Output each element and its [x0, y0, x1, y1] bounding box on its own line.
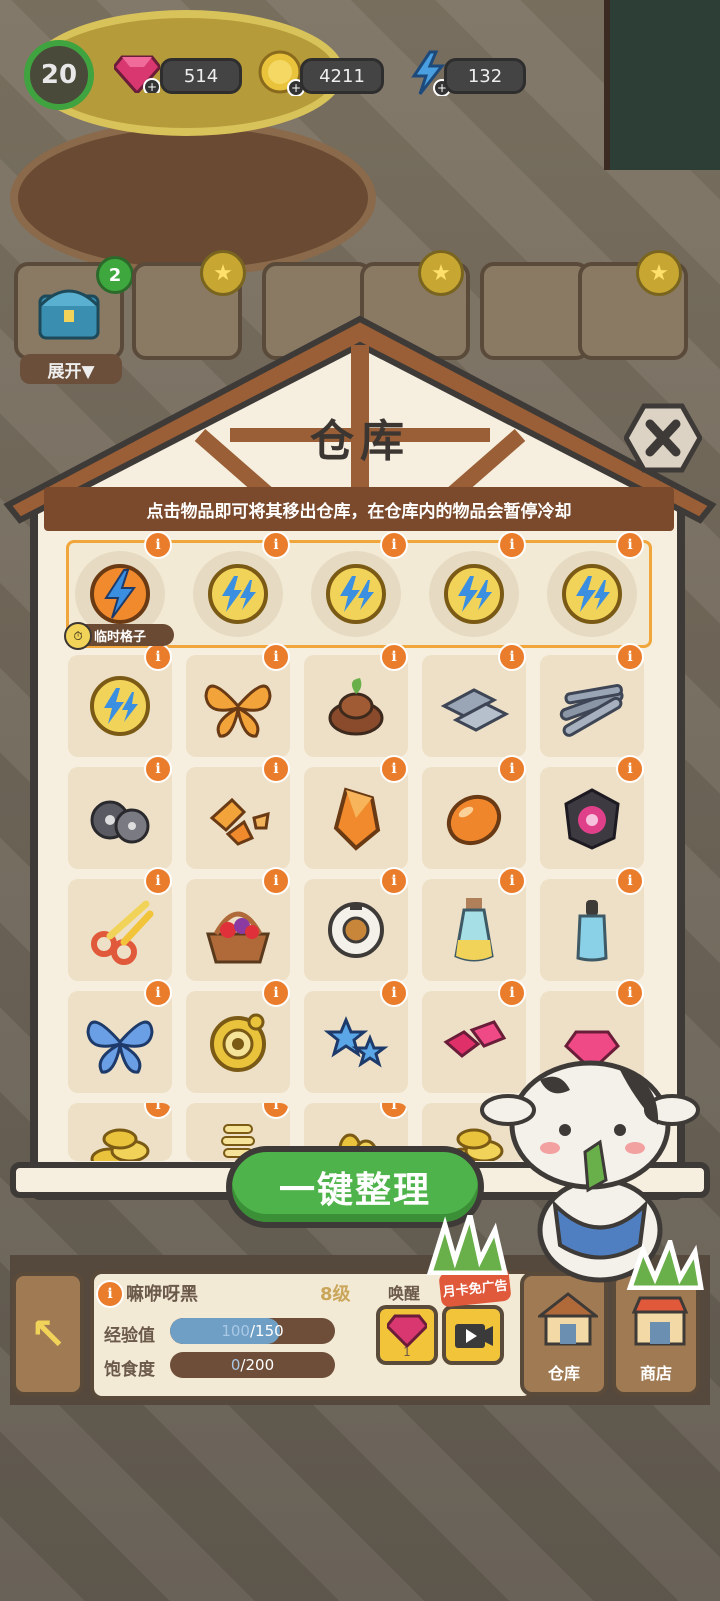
warehouse-item-slot[interactable]: i [540, 643, 644, 757]
nav-shop-button[interactable]: 商店 [612, 1272, 700, 1396]
temporary-item-slot[interactable]: i [186, 531, 290, 645]
tray-count-badge: 2 [96, 256, 134, 294]
item-info-icon[interactable]: i [616, 867, 644, 895]
temporary-item-slot[interactable]: i [304, 531, 408, 645]
star-icon: ★ [418, 250, 464, 296]
shop-icon [631, 1296, 689, 1346]
temporary-item-slot[interactable]: i [422, 531, 526, 645]
warehouse-item-slot[interactable]: i [68, 1103, 172, 1161]
close-icon [623, 403, 703, 473]
wake-with-gem-button[interactable]: 1 [376, 1305, 438, 1365]
item-info-icon[interactable]: i [616, 643, 644, 671]
item-info-icon[interactable]: i [380, 643, 408, 671]
nav-warehouse-button[interactable]: 仓库 [520, 1272, 608, 1396]
round-table [10, 120, 376, 276]
warehouse-item-slot[interactable]: i [422, 867, 526, 981]
gem-icon: 1 [387, 1314, 427, 1358]
item-info-icon[interactable]: i [498, 643, 526, 671]
warehouse-item-slot[interactable]: i [186, 643, 290, 757]
item-info-icon[interactable]: i [380, 755, 408, 783]
hunger-max: /200 [240, 1356, 275, 1374]
item-info-icon[interactable]: i [144, 531, 172, 559]
player-level-badge[interactable]: 20 [24, 40, 94, 110]
item-info-icon[interactable]: i [616, 531, 644, 559]
svg-text:1: 1 [403, 1345, 411, 1358]
warehouse-item-slot[interactable]: i [186, 867, 290, 981]
pet-level: 8级 [320, 1284, 351, 1305]
close-button[interactable] [623, 402, 703, 474]
energy-count: 132 [444, 58, 526, 94]
item-info-icon[interactable]: i [616, 755, 644, 783]
hunger-label: 饱食度 [104, 1360, 155, 1380]
item-info-icon[interactable]: i [498, 979, 526, 1007]
video-ad-icon [455, 1324, 493, 1348]
item-info-icon[interactable]: i [380, 531, 408, 559]
wake-with-ad-button[interactable] [442, 1305, 504, 1365]
item-info-icon[interactable]: i [498, 755, 526, 783]
wake-label: 唤醒 [388, 1284, 421, 1303]
warehouse-item-slot[interactable]: i [304, 979, 408, 1093]
warehouse-item-slot[interactable]: i [304, 755, 408, 869]
exp-label: 经验值 [104, 1326, 155, 1346]
item-info-icon[interactable]: i [262, 755, 290, 783]
item-info-icon[interactable]: i [262, 643, 290, 671]
back-arrow-icon: ↖ [29, 1308, 67, 1360]
warehouse-item-slot[interactable]: i [68, 867, 172, 981]
star-icon: ★ [200, 250, 246, 296]
coin-count: 4211 [300, 58, 384, 94]
back-button[interactable]: ↖ [12, 1272, 84, 1396]
pet-name: 嘛咿呀黑 [126, 1284, 198, 1305]
warehouse-item-slot[interactable]: i [540, 755, 644, 869]
temporary-item-slot[interactable]: i [540, 531, 644, 645]
item-info-icon[interactable]: i [616, 979, 644, 1007]
hunger-bar: 0/200 [170, 1352, 335, 1378]
exp-bar: 100/150 [170, 1318, 335, 1344]
gem-icon[interactable]: + [112, 48, 162, 98]
nav-shop-label: 商店 [639, 1364, 672, 1383]
item-info-icon[interactable]: i [262, 867, 290, 895]
warehouse-icon [538, 1292, 598, 1346]
item-info-icon[interactable]: i [262, 979, 290, 1007]
star-icon: ★ [636, 250, 682, 296]
item-info-icon[interactable]: i [144, 867, 172, 895]
warehouse-item-slot[interactable]: i [68, 755, 172, 869]
coin-icon[interactable]: + [256, 48, 306, 98]
warehouse-item-slot[interactable]: i [304, 643, 408, 757]
warehouse-item-slot[interactable]: i [422, 643, 526, 757]
item-info-icon[interactable]: i [498, 531, 526, 559]
svg-text:+: + [147, 80, 157, 93]
item-info-icon[interactable]: i [144, 643, 172, 671]
warehouse-item-slot[interactable]: i [186, 979, 290, 1093]
item-info-icon[interactable]: i [262, 531, 290, 559]
top-hud: 20 + 514 + 4211 + 132 [0, 40, 720, 120]
warehouse-item-slot[interactable]: i [186, 755, 290, 869]
warehouse-item-slot[interactable]: i [422, 755, 526, 869]
warehouse-item-slot[interactable]: i [68, 643, 172, 757]
dialog-subtitle: 点击物品即可将其移出仓库，在仓库内的物品会暂停冷却 [44, 487, 674, 531]
hunger-current: 0 [230, 1356, 241, 1374]
warehouse-item-slot[interactable]: i [540, 867, 644, 981]
item-info-icon[interactable]: i [144, 755, 172, 783]
exp-current: 100 [221, 1322, 250, 1340]
item-info-icon[interactable]: i [380, 867, 408, 895]
grass-decoration [626, 1240, 704, 1290]
clock-icon: ⏱ [64, 622, 92, 650]
item-info-icon[interactable]: i [144, 979, 172, 1007]
item-info-icon[interactable]: i [498, 867, 526, 895]
grass-decoration [426, 1215, 509, 1275]
exp-max: /150 [249, 1322, 284, 1340]
warehouse-item-slot[interactable]: i [304, 867, 408, 981]
warehouse-item-slot[interactable]: i [68, 979, 172, 1093]
item-info-icon[interactable]: i [380, 979, 408, 1007]
info-icon[interactable]: i [96, 1280, 124, 1308]
dialog-title: 仓库 [310, 416, 410, 467]
nav-warehouse-label: 仓库 [547, 1364, 580, 1383]
gem-count: 514 [160, 58, 242, 94]
